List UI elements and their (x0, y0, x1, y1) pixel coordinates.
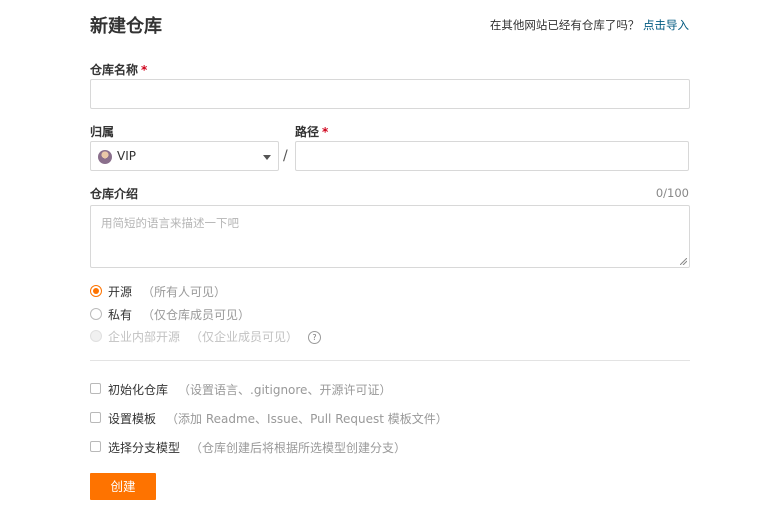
radio-private[interactable]: 私有 （仅仓库成员可见） (90, 306, 490, 322)
checkbox[interactable] (90, 441, 101, 452)
repo-name-input[interactable] (90, 79, 690, 109)
checkbox[interactable] (90, 412, 101, 423)
radio-label: 私有 （仅仓库成员可见） (108, 306, 250, 323)
chevron-down-icon (263, 155, 271, 160)
repo-name-label: 仓库名称 * (90, 61, 147, 78)
import-tip: 在其他网站已经有仓库了吗？ 点击导入 (490, 17, 689, 33)
radio-hint: （仅企业成员可见） (190, 330, 299, 344)
divider (90, 360, 690, 361)
description-textarea[interactable]: 用简短的语言来描述一下吧 (90, 205, 690, 268)
repo-name-label-text: 仓库名称 (90, 63, 139, 77)
checkbox-label-text: 选择分支模型 (108, 441, 181, 455)
owner-selected-value: VIP (117, 149, 136, 163)
path-label: 路径 * (295, 123, 328, 140)
radio-label-text: 开源 (108, 285, 133, 299)
path-separator: / (283, 148, 288, 164)
radio-button[interactable] (90, 308, 102, 320)
description-placeholder: 用简短的语言来描述一下吧 (101, 216, 239, 230)
radio-label: 开源 （所有人可见） (108, 283, 226, 300)
description-label: 仓库介绍 (90, 187, 139, 201)
radio-label-text: 私有 (108, 308, 133, 322)
import-prompt: 在其他网站已经有仓库了吗？ (489, 18, 640, 32)
path-input[interactable] (295, 141, 689, 171)
owner-select[interactable]: VIP (90, 141, 279, 171)
checkbox-label: 设置模板 （添加 Readme、Issue、Pull Request 模板文件） (108, 410, 448, 427)
path-label-text: 路径 (295, 125, 320, 139)
checkbox-hint: （添加 Readme、Issue、Pull Request 模板文件） (166, 412, 448, 426)
checkbox-init-repo[interactable]: 初始化仓库 （设置语言、.gitignore、开源许可证） (90, 381, 590, 397)
radio-hint: （仅仓库成员可见） (142, 308, 251, 322)
radio-button-checked[interactable] (90, 285, 102, 297)
checkbox-label-text: 初始化仓库 (108, 383, 169, 397)
radio-enterprise-internal: 企业内部开源 （仅企业成员可见）? (90, 328, 490, 344)
checkbox-hint: （仓库创建后将根据所选模型创建分支） (190, 441, 407, 455)
checkbox-label: 初始化仓库 （设置语言、.gitignore、开源许可证） (108, 381, 391, 398)
create-button[interactable]: 创建 (90, 473, 156, 500)
radio-button-disabled (90, 330, 102, 342)
required-mark: * (322, 125, 329, 139)
required-mark: * (141, 63, 148, 77)
radio-hint: （所有人可见） (142, 285, 227, 299)
radio-open-source[interactable]: 开源 （所有人可见） (90, 283, 490, 299)
checkbox-hint: （设置语言、.gitignore、开源许可证） (178, 383, 392, 397)
page-title: 新建仓库 (90, 16, 162, 37)
checkbox-label-text: 设置模板 (108, 412, 157, 426)
checkbox-label: 选择分支模型 （仓库创建后将根据所选模型创建分支） (108, 439, 406, 456)
help-icon[interactable]: ? (308, 331, 322, 344)
description-counter: 0/100 (655, 186, 689, 200)
checkbox[interactable] (90, 383, 101, 394)
avatar (98, 150, 112, 164)
radio-label: 企业内部开源 （仅企业成员可见）? (108, 328, 322, 345)
owner-label: 归属 (90, 125, 115, 139)
checkbox-templates[interactable]: 设置模板 （添加 Readme、Issue、Pull Request 模板文件） (90, 410, 590, 426)
import-link[interactable]: 点击导入 (643, 18, 689, 32)
resize-handle-icon[interactable] (680, 258, 687, 265)
radio-label-text: 企业内部开源 (108, 330, 181, 344)
checkbox-branch-model[interactable]: 选择分支模型 （仓库创建后将根据所选模型创建分支） (90, 439, 590, 455)
